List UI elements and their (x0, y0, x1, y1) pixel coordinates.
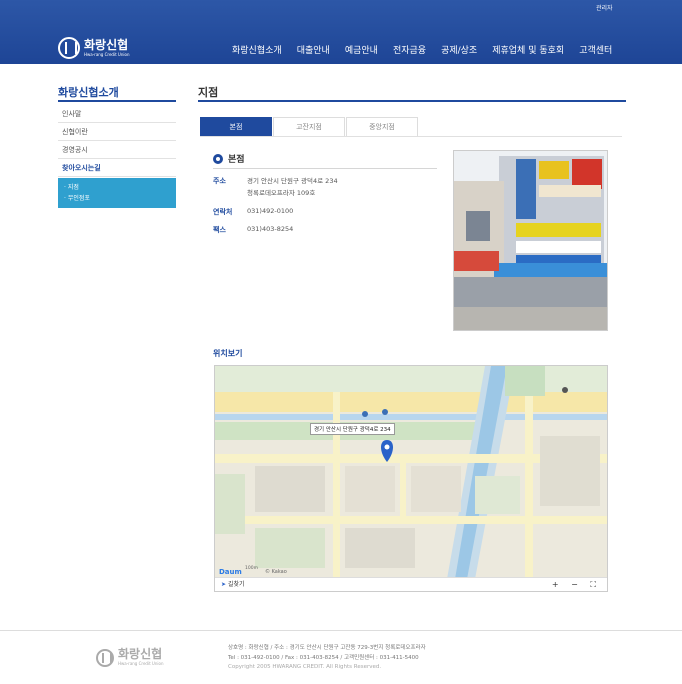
route-link[interactable]: 길찾기 (228, 581, 245, 588)
page-title: 지점 (198, 84, 626, 102)
map-scale: 100m (245, 565, 258, 571)
nav-partners[interactable]: 제휴업체 및 동호회 (492, 43, 564, 56)
branch-name: 본점 (228, 155, 245, 165)
sidebar-item-about-cu[interactable]: 신협이란 (58, 123, 176, 141)
phone-value: 031)492-0100 (247, 207, 294, 215)
branch-divider (213, 168, 437, 169)
address-label: 주소 (213, 177, 226, 185)
sidebar-item-disclosure[interactable]: 경영공시 (58, 141, 176, 159)
footer-address: 상호명 : 화랑신협 / 주소 : 경기도 안산시 단원구 고잔동 729-3번… (228, 645, 426, 651)
nav-loans[interactable]: 대출안내 (297, 43, 330, 56)
map-credit: © Kakao (265, 568, 287, 575)
sidebar-item-greeting[interactable]: 인사말 (58, 105, 176, 123)
address-line-2: 청록로데오프라자 109호 (247, 189, 316, 197)
footer-logo: 화랑신협 Hwa-rang Credit Union (96, 648, 163, 667)
logo-emblem-icon (58, 37, 80, 59)
map-brand-logo: Daum (219, 568, 242, 576)
branch-tabs: 본점 고잔지점 중앙지점 (200, 117, 419, 137)
sidebar-menu: 인사말 신협이란 경영공시 찾아오시는길 (58, 105, 176, 177)
tab-divider (200, 136, 622, 137)
site-header: 관리자 화랑신협 Hwa-rang Credit Union 화랑신협소개 대출… (0, 0, 682, 64)
footer-copyright: Copyright 2005 HWARANG CREDIT. All Right… (228, 664, 382, 670)
nav-about[interactable]: 화랑신협소개 (232, 43, 282, 56)
bullet-icon (213, 153, 223, 164)
nav-customer-center[interactable]: 고객센터 (579, 43, 612, 56)
branch-heading: 본점 (213, 152, 245, 165)
phone-label: 연락처 (213, 208, 233, 216)
nav-deposits[interactable]: 예금안내 (345, 43, 378, 56)
nav-ebanking[interactable]: 전자금융 (393, 43, 426, 56)
fax-label: 팩스 (213, 226, 226, 234)
submenu-unmanned[interactable]: · 무인점포 (64, 193, 170, 204)
address-value: 경기 안산시 단원구 광덕4로 234 청록로데오프라자 109호 (247, 175, 338, 199)
sidebar-title: 화랑신협소개 (58, 84, 176, 102)
route-icon: ➤ (221, 581, 228, 588)
branch-building-photo (453, 150, 608, 331)
main-nav: 화랑신협소개 대출안내 예금안내 전자금융 공제/상조 제휴업체 및 동호회 고… (232, 43, 612, 56)
footer-contact: Tel : 031-492-0100 / Fax : 031-403-8254 … (228, 654, 419, 661)
footer-emblem-icon (96, 648, 114, 667)
map-address-callout: 경기 안산시 단원구 광덕4로 234 (310, 423, 395, 435)
tab-main-branch[interactable]: 본점 (200, 117, 272, 137)
sidebar-item-directions[interactable]: 찾아오시는길 (58, 159, 176, 177)
logo-name: 화랑신협 (84, 37, 129, 52)
address-line-1: 경기 안산시 단원구 광덕4로 234 (247, 177, 338, 185)
site-logo[interactable]: 화랑신협 Hwa-rang Credit Union (58, 37, 129, 59)
submenu-branch[interactable]: · 지점 (64, 182, 170, 193)
sidebar-submenu: · 지점 · 무인점포 (58, 178, 176, 208)
logo-subtitle: Hwa-rang Credit Union (84, 51, 130, 57)
tab-jungang-branch[interactable]: 중앙지점 (346, 117, 418, 137)
map-zoom-controls[interactable]: + − ⛶ (552, 578, 601, 591)
map-section-title: 위치보기 (213, 349, 243, 358)
footer-divider (0, 630, 682, 631)
footer-info: 상호명 : 화랑신협 / 주소 : 경기도 안산시 단원구 고잔동 729-3번… (228, 644, 426, 673)
admin-link[interactable]: 관리자 (596, 3, 613, 12)
tab-gojan-branch[interactable]: 고잔지점 (273, 117, 345, 137)
footer-logo-subtitle: Hwa-rang Credit Union (118, 661, 164, 666)
map-toolbar: ➤ 길찾기 + − ⛶ (215, 577, 607, 591)
fax-value: 031)403-8254 (247, 225, 294, 233)
nav-insurance[interactable]: 공제/상조 (441, 43, 477, 56)
location-map[interactable]: Daum © Kakao 100m 경기 안산시 단원구 광덕4로 234 ➤ … (214, 365, 608, 592)
footer-logo-name: 화랑신협 (118, 647, 163, 661)
